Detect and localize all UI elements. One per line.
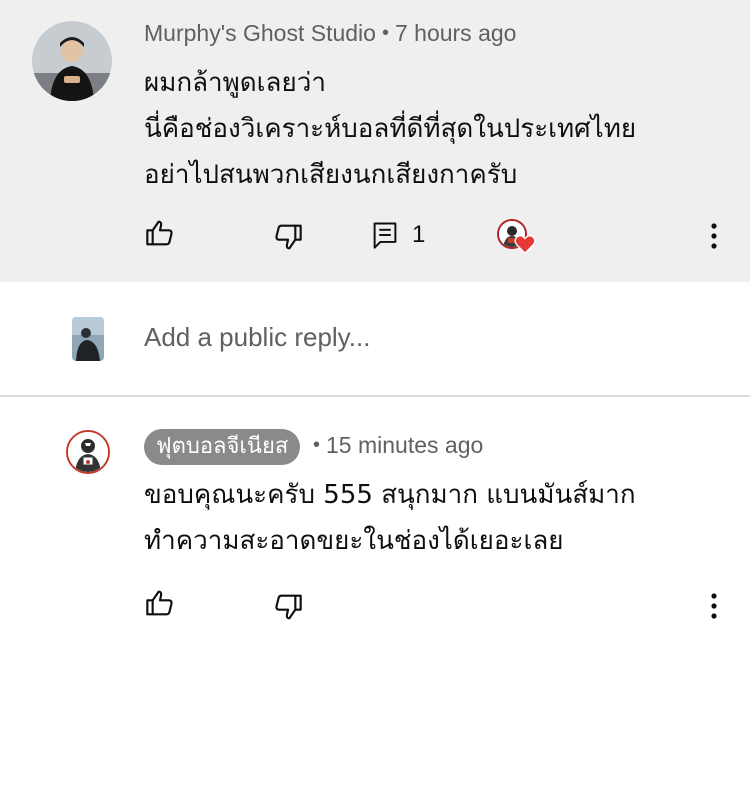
reply-line: ขอบคุณนะครับ 555 สนุกมาก แบนมันส์มาก	[144, 480, 636, 510]
more-options-button[interactable]	[700, 218, 728, 254]
creator-heart-icon	[514, 235, 536, 254]
thumb-up-icon	[146, 590, 173, 616]
creator-heart-badge	[497, 219, 537, 259]
reply-button[interactable]	[368, 216, 402, 254]
divider	[0, 395, 750, 397]
channel-owner-badge[interactable]: ฟุตบอลจีเนียส	[144, 429, 301, 465]
highlighted-comment: Murphy's Ghost Studio • 7 hours ago ผมกล้า…	[0, 0, 750, 282]
reply-author-avatar[interactable]	[66, 430, 110, 474]
comment-line: นี่คือช่องวิเคราะห์บอลที่ดีที่สุดในประเท…	[144, 114, 637, 144]
reply-line: ทำความสะอาดขยะในช่องได้เยอะเลย	[144, 526, 564, 556]
more-vert-icon	[711, 593, 717, 619]
like-button[interactable]	[140, 213, 180, 253]
comment-body: ผมกล้าพูดเลยว่า นี่คือช่องวิเคราะห์บอลที…	[144, 60, 636, 198]
reply-time[interactable]: 15 minutes ago	[326, 432, 483, 458]
comment-line: อย่าไปสนพวกเสียงนกเสียงกาครับ	[144, 160, 518, 190]
meta-separator: •	[381, 22, 389, 44]
user-avatar	[72, 317, 104, 361]
reply-like-button[interactable]	[140, 583, 180, 623]
thumb-down-icon	[275, 594, 302, 620]
reply-dislike-button[interactable]	[268, 587, 308, 627]
reply-input-row: Add a public reply...	[0, 282, 750, 395]
reply-count[interactable]: 1	[412, 221, 425, 249]
comment-icon	[373, 222, 397, 249]
thumb-up-icon	[146, 220, 173, 246]
more-vert-icon	[711, 223, 717, 249]
dislike-button[interactable]	[268, 217, 308, 257]
reply-more-options-button[interactable]	[700, 588, 728, 624]
thumb-down-icon	[275, 224, 302, 250]
comment-thread-page: Murphy's Ghost Studio • 7 hours ago ผมกล้า…	[0, 0, 750, 805]
comment-author[interactable]: Murphy's Ghost Studio	[144, 20, 376, 46]
comment-line: ผมกล้าพูดเลยว่า	[144, 68, 326, 98]
reply-meta: • 15 minutes ago	[313, 432, 483, 459]
meta-separator: •	[313, 434, 321, 456]
reply-input[interactable]: Add a public reply...	[144, 322, 370, 353]
comment-time[interactable]: 7 hours ago	[395, 20, 516, 46]
comment-meta: Murphy's Ghost Studio • 7 hours ago	[144, 20, 516, 47]
reply-body: ขอบคุณนะครับ 555 สนุกมาก แบนมันส์มาก ทำค…	[144, 472, 636, 564]
commenter-avatar[interactable]	[32, 21, 112, 101]
